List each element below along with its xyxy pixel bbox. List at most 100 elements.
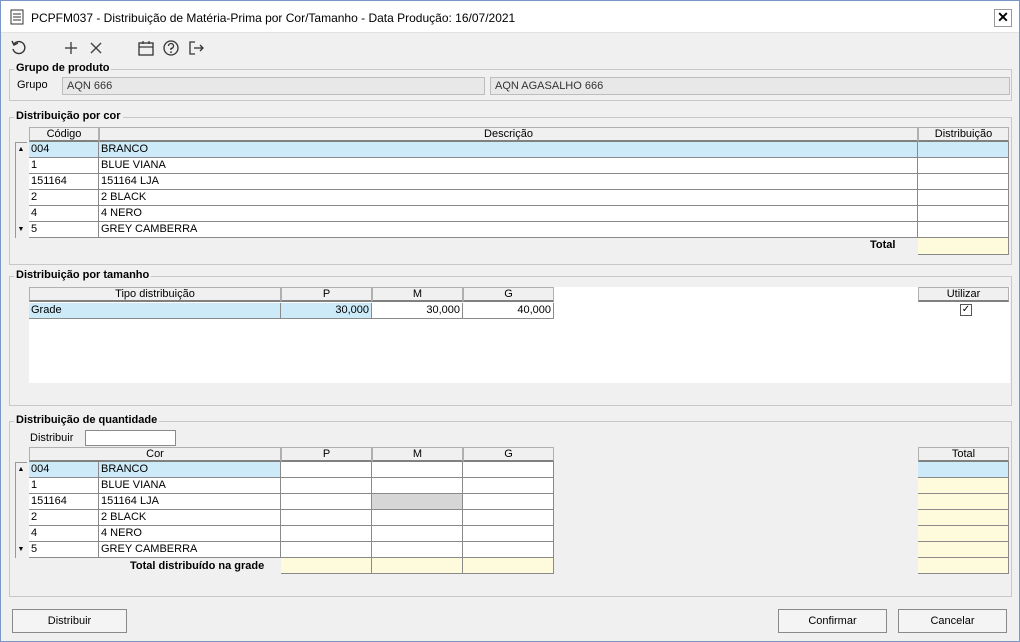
title-bar: PCPFM037 - Distribuição de Matéria-Prima…	[1, 1, 1019, 33]
close-button[interactable]: ✕	[994, 9, 1012, 27]
cor-descricao-cell[interactable]: 4 NERO	[99, 206, 918, 222]
qtd-g-cell[interactable]	[463, 526, 554, 542]
col-header-qtd-total[interactable]: Total	[918, 447, 1009, 462]
tamanho-p-cell[interactable]: 30,000	[281, 303, 372, 319]
toolbar	[1, 34, 1019, 62]
cor-descricao-cell[interactable]: BRANCO	[99, 142, 918, 158]
col-header-tipo[interactable]: Tipo distribuição	[29, 287, 281, 302]
qtd-m-cell[interactable]	[372, 542, 463, 558]
distribuir-input[interactable]	[85, 430, 176, 446]
qtd-codigo-cell[interactable]: 151164	[29, 494, 99, 510]
col-header-m[interactable]: M	[372, 287, 463, 302]
qtd-total-cell[interactable]	[918, 526, 1009, 542]
tamanho-g-cell[interactable]: 40,000	[463, 303, 554, 319]
qtd-m-cell[interactable]	[372, 526, 463, 542]
qtd-codigo-cell[interactable]: 4	[29, 526, 99, 542]
col-header-cor[interactable]: Cor	[29, 447, 281, 462]
col-header-qtd-g[interactable]: G	[463, 447, 554, 462]
qtd-m-cell[interactable]	[372, 462, 463, 478]
qtd-p-cell[interactable]	[281, 462, 372, 478]
qtd-total-cell[interactable]	[918, 494, 1009, 510]
col-header-qtd-p[interactable]: P	[281, 447, 372, 462]
grupo-produto-group: Grupo de produto Grupo AQN 666 AQN AGASA…	[9, 62, 1012, 101]
scroll-down-arrow[interactable]: ▼	[15, 222, 27, 238]
cor-codigo-cell[interactable]: 004	[29, 142, 99, 158]
cor-codigo-cell[interactable]: 2	[29, 190, 99, 206]
qtd-codigo-cell[interactable]: 2	[29, 510, 99, 526]
col-header-utilizar[interactable]: Utilizar	[918, 287, 1009, 302]
total-grade-total	[918, 558, 1009, 574]
distribuir-button[interactable]: Distribuir	[12, 609, 127, 633]
qtd-descricao-cell[interactable]: BRANCO	[99, 462, 281, 478]
qtd-p-cell[interactable]	[281, 510, 372, 526]
grupo-label: Grupo	[17, 79, 48, 91]
cor-descricao-cell[interactable]: 2 BLACK	[99, 190, 918, 206]
utilizar-checkbox[interactable]: ✓	[960, 304, 972, 316]
help-icon[interactable]	[161, 38, 181, 58]
scroll-up-arrow[interactable]: ▲	[15, 462, 27, 478]
cor-codigo-cell[interactable]: 4	[29, 206, 99, 222]
qtd-p-cell[interactable]	[281, 478, 372, 494]
window-title: PCPFM037 - Distribuição de Matéria-Prima…	[31, 11, 516, 25]
cor-codigo-cell[interactable]: 5	[29, 222, 99, 238]
col-header-descricao[interactable]: Descrição	[99, 127, 918, 142]
qtd-codigo-cell[interactable]: 5	[29, 542, 99, 558]
qtd-total-cell[interactable]	[918, 478, 1009, 494]
qtd-g-cell[interactable]	[463, 478, 554, 494]
cancelar-button[interactable]: Cancelar	[898, 609, 1007, 633]
confirmar-button[interactable]: Confirmar	[778, 609, 887, 633]
dist-tamanho-legend: Distribuição por tamanho	[14, 269, 152, 281]
grupo-description-field: AQN AGASALHO 666	[490, 77, 1010, 95]
qtd-descricao-cell[interactable]: GREY CAMBERRA	[99, 542, 281, 558]
dist-quantidade-legend: Distribuição de quantidade	[14, 414, 160, 426]
cor-descricao-cell[interactable]: BLUE VIANA	[99, 158, 918, 174]
qtd-total-cell[interactable]	[918, 542, 1009, 558]
col-header-qtd-m[interactable]: M	[372, 447, 463, 462]
total-grade-g	[463, 558, 554, 574]
qtd-g-cell[interactable]	[463, 542, 554, 558]
qtd-total-cell[interactable]	[918, 510, 1009, 526]
qtd-m-cell[interactable]	[372, 478, 463, 494]
cor-codigo-cell[interactable]: 151164	[29, 174, 99, 190]
total-grade-p	[281, 558, 372, 574]
tamanho-tipo-cell[interactable]: Grade	[29, 303, 281, 319]
qtd-p-cell[interactable]	[281, 526, 372, 542]
tamanho-m-cell[interactable]: 30,000	[372, 303, 463, 319]
col-header-p[interactable]: P	[281, 287, 372, 302]
col-header-distribuicao[interactable]: Distribuição	[918, 127, 1009, 142]
scroll-up-arrow[interactable]: ▲	[15, 142, 27, 158]
qtd-descricao-cell[interactable]: BLUE VIANA	[99, 478, 281, 494]
qtd-p-cell[interactable]	[281, 542, 372, 558]
qtd-g-cell[interactable]	[463, 494, 554, 510]
calendar-icon[interactable]	[136, 38, 156, 58]
qtd-total-cell[interactable]	[918, 462, 1009, 478]
delete-icon[interactable]	[86, 38, 106, 58]
cor-distribuicao-cell[interactable]	[918, 190, 1009, 206]
qtd-descricao-cell[interactable]: 4 NERO	[99, 526, 281, 542]
qtd-descricao-cell[interactable]: 151164 LJA	[99, 494, 281, 510]
cor-distribuicao-cell[interactable]	[918, 222, 1009, 238]
qtd-m-cell[interactable]	[372, 510, 463, 526]
refresh-icon[interactable]	[9, 38, 29, 58]
col-header-codigo[interactable]: Código	[29, 127, 99, 142]
cor-distribuicao-cell[interactable]	[918, 142, 1009, 158]
qtd-m-cell[interactable]	[372, 494, 463, 510]
total-value	[918, 238, 1009, 255]
qtd-codigo-cell[interactable]: 1	[29, 478, 99, 494]
scroll-down-arrow[interactable]: ▼	[15, 542, 27, 558]
qtd-g-cell[interactable]	[463, 510, 554, 526]
add-icon[interactable]	[61, 38, 81, 58]
distribuir-label: Distribuir	[30, 432, 74, 444]
cor-distribuicao-cell[interactable]	[918, 206, 1009, 222]
qtd-codigo-cell[interactable]: 004	[29, 462, 99, 478]
col-header-g[interactable]: G	[463, 287, 554, 302]
cor-distribuicao-cell[interactable]	[918, 174, 1009, 190]
qtd-descricao-cell[interactable]: 2 BLACK	[99, 510, 281, 526]
cor-distribuicao-cell[interactable]	[918, 158, 1009, 174]
qtd-p-cell[interactable]	[281, 494, 372, 510]
cor-codigo-cell[interactable]: 1	[29, 158, 99, 174]
exit-icon[interactable]	[186, 38, 206, 58]
qtd-g-cell[interactable]	[463, 462, 554, 478]
cor-descricao-cell[interactable]: GREY CAMBERRA	[99, 222, 918, 238]
cor-descricao-cell[interactable]: 151164 LJA	[99, 174, 918, 190]
